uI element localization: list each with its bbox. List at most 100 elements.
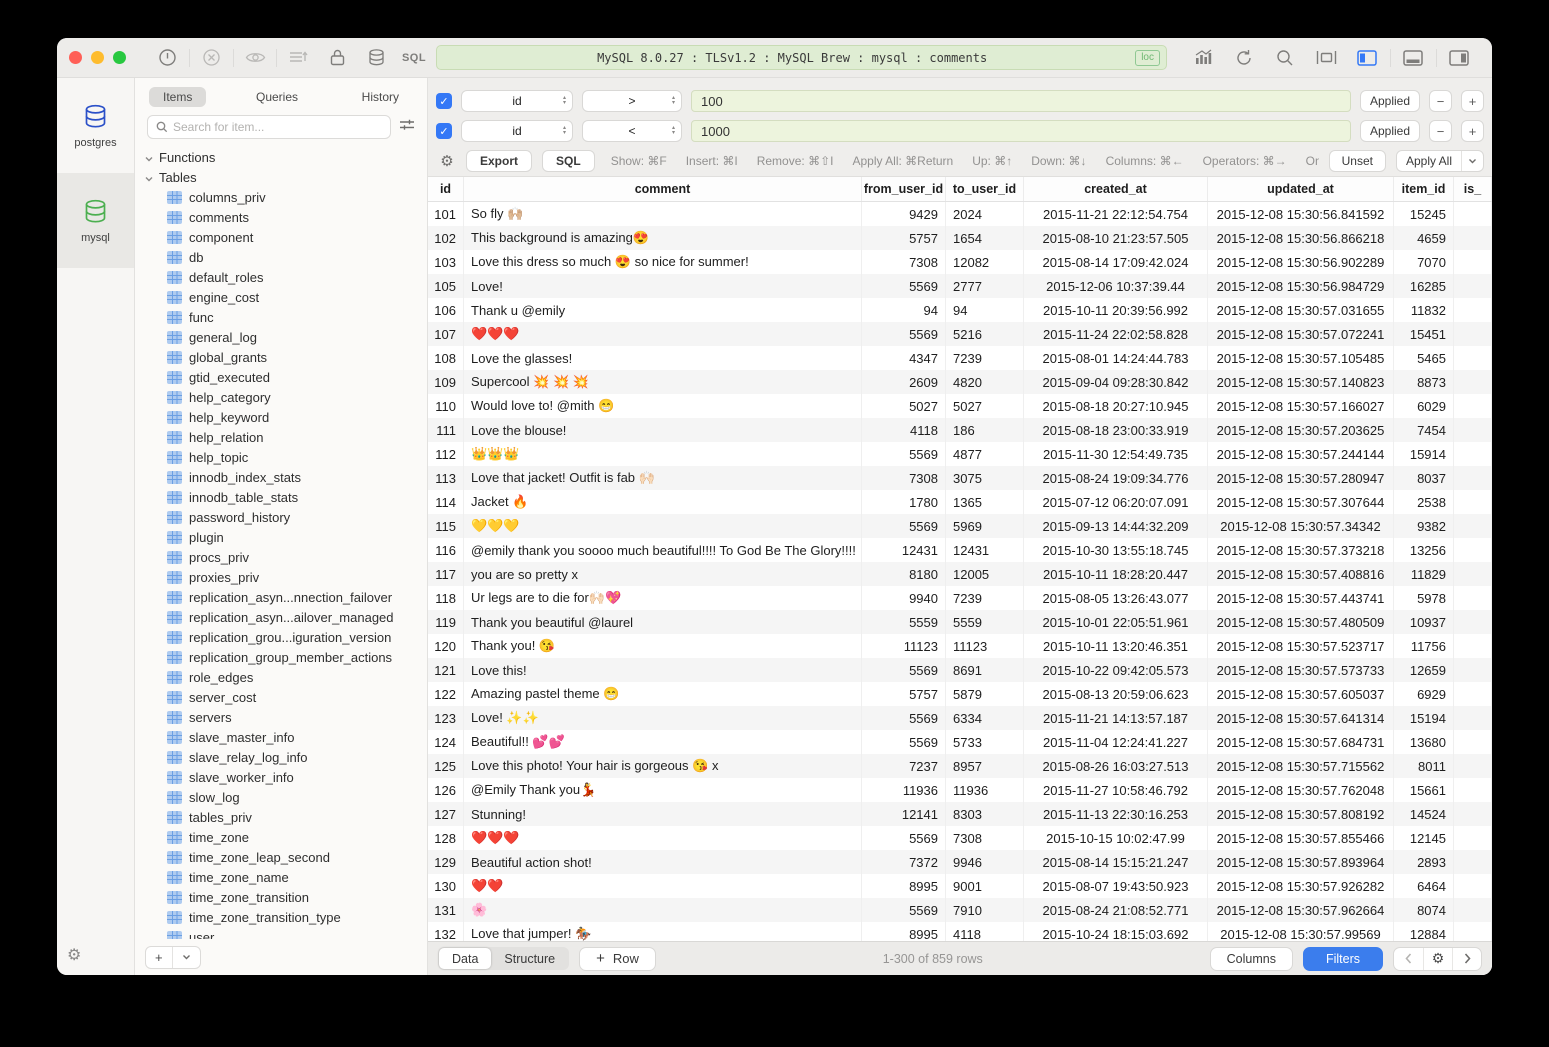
preview-eye-icon[interactable] [236,46,275,70]
filter-enabled-checkbox[interactable]: ✓ [436,123,452,139]
cell-is_[interactable] [1454,274,1492,298]
add-filter-button[interactable]: + [1461,120,1484,142]
table-row[interactable]: 107❤️❤️❤️556952162015-11-24 22:02:58.828… [428,322,1492,346]
cell-from_user_id[interactable]: 9429 [862,202,946,226]
cell-to_user_id[interactable]: 5027 [946,394,1024,418]
filter-value-input[interactable] [691,120,1351,142]
sidebar-table-item[interactable]: slave_master_info [145,727,427,747]
cell-id[interactable]: 102 [428,226,464,250]
cell-updated_at[interactable]: 2015-12-08 15:30:57.684731 [1208,730,1394,754]
cell-comment[interactable]: Stunning! [464,802,862,826]
cell-to_user_id[interactable]: 186 [946,418,1024,442]
cell-comment[interactable]: Thank you beautiful @laurel [464,610,862,634]
columns-button[interactable]: Columns [1210,947,1293,971]
cell-from_user_id[interactable]: 5559 [862,610,946,634]
cell-updated_at[interactable]: 2015-12-08 15:30:56.866218 [1208,226,1394,250]
cell-from_user_id[interactable]: 9940 [862,586,946,610]
add-item-button[interactable]: + [145,946,201,969]
cell-is_[interactable] [1454,346,1492,370]
column-header-id[interactable]: id [428,177,464,201]
cell-item_id[interactable]: 13680 [1394,730,1454,754]
chart-icon[interactable] [1183,46,1224,70]
cell-is_[interactable] [1454,706,1492,730]
cell-to_user_id[interactable]: 12431 [946,538,1024,562]
cell-updated_at[interactable]: 2015-12-08 15:30:57.605037 [1208,682,1394,706]
cell-from_user_id[interactable]: 5569 [862,442,946,466]
cell-is_[interactable] [1454,226,1492,250]
sidebar-table-item[interactable]: innodb_index_stats [145,467,427,487]
cell-comment[interactable]: ❤️❤️❤️ [464,826,862,850]
cell-comment[interactable]: Love this photo! Your hair is gorgeous 😘… [464,754,862,778]
cell-id[interactable]: 106 [428,298,464,322]
cell-created_at[interactable]: 2015-12-06 10:37:39.44 [1024,274,1208,298]
cell-to_user_id[interactable]: 5969 [946,514,1024,538]
table-row[interactable]: 129Beautiful action shot!737299462015-08… [428,850,1492,874]
table-row[interactable]: 103Love this dress so much 😍 so nice for… [428,250,1492,274]
search-input[interactable] [173,120,382,134]
toggle-bottom-panel-icon[interactable] [1393,46,1434,70]
cell-created_at[interactable]: 2015-11-27 10:58:46.792 [1024,778,1208,802]
table-row[interactable]: 130❤️❤️899590012015-08-07 19:43:50.92320… [428,874,1492,898]
cell-item_id[interactable]: 7070 [1394,250,1454,274]
cell-to_user_id[interactable]: 12005 [946,562,1024,586]
cell-is_[interactable] [1454,202,1492,226]
cell-comment[interactable]: 💛💛💛 [464,514,862,538]
cell-is_[interactable] [1454,610,1492,634]
cell-comment[interactable]: @Emily Thank you💃 [464,778,862,802]
cell-comment[interactable]: Love that jacket! Outfit is fab 🙌🏻 [464,466,862,490]
cell-id[interactable]: 110 [428,394,464,418]
sidebar-table-item[interactable]: user [145,927,427,939]
cell-from_user_id[interactable]: 5569 [862,706,946,730]
cell-to_user_id[interactable]: 9946 [946,850,1024,874]
tab-data[interactable]: Data [439,948,491,969]
table-row[interactable]: 117you are so pretty x8180120052015-10-1… [428,562,1492,586]
table-row[interactable]: 126@Emily Thank you💃11936119362015-11-27… [428,778,1492,802]
cell-updated_at[interactable]: 2015-12-08 15:30:57.031655 [1208,298,1394,322]
cell-created_at[interactable]: 2015-10-01 22:05:51.961 [1024,610,1208,634]
connection-mysql[interactable]: mysql [57,173,134,268]
cell-id[interactable]: 120 [428,634,464,658]
cell-item_id[interactable]: 6029 [1394,394,1454,418]
sidebar-table-item[interactable]: replication_grou...iguration_version [145,627,427,647]
cell-from_user_id[interactable]: 2609 [862,370,946,394]
cell-is_[interactable] [1454,418,1492,442]
remove-filter-button[interactable]: − [1429,90,1452,112]
search-icon[interactable] [1265,46,1306,70]
cell-comment[interactable]: Ur legs are to die for🙌🏻💖 [464,586,862,610]
sidebar-table-item[interactable]: columns_priv [145,187,427,207]
cell-is_[interactable] [1454,922,1492,941]
cell-is_[interactable] [1454,730,1492,754]
cell-comment[interactable]: ❤️❤️ [464,874,862,898]
filter-field-select[interactable]: id ▴▾ [461,90,573,112]
cell-from_user_id[interactable]: 8180 [862,562,946,586]
cell-is_[interactable] [1454,826,1492,850]
column-header-is_[interactable]: is_ [1454,177,1492,201]
cell-to_user_id[interactable]: 6334 [946,706,1024,730]
cell-from_user_id[interactable]: 7237 [862,754,946,778]
filter-applied-button[interactable]: Applied [1360,90,1420,112]
table-row[interactable]: 128❤️❤️❤️556973082015-10-15 10:02:47.992… [428,826,1492,850]
apply-all-button[interactable]: Apply All [1396,150,1484,172]
cell-to_user_id[interactable]: 4118 [946,922,1024,941]
cell-item_id[interactable]: 11756 [1394,634,1454,658]
cell-is_[interactable] [1454,514,1492,538]
cell-item_id[interactable]: 15194 [1394,706,1454,730]
cell-is_[interactable] [1454,778,1492,802]
cell-updated_at[interactable]: 2015-12-08 15:30:57.166027 [1208,394,1394,418]
cell-is_[interactable] [1454,562,1492,586]
cell-id[interactable]: 123 [428,706,464,730]
cell-from_user_id[interactable]: 1780 [862,490,946,514]
cell-created_at[interactable]: 2015-11-13 22:30:16.253 [1024,802,1208,826]
cell-item_id[interactable]: 15451 [1394,322,1454,346]
cell-updated_at[interactable]: 2015-12-08 15:30:57.893964 [1208,850,1394,874]
cell-is_[interactable] [1454,874,1492,898]
cell-item_id[interactable]: 15245 [1394,202,1454,226]
close-window-button[interactable] [69,51,82,64]
cell-comment[interactable]: Beautiful!! 💕💕 [464,730,862,754]
cell-from_user_id[interactable]: 5027 [862,394,946,418]
cell-id[interactable]: 113 [428,466,464,490]
cell-item_id[interactable]: 14524 [1394,802,1454,826]
cell-updated_at[interactable]: 2015-12-08 15:30:57.408816 [1208,562,1394,586]
cell-item_id[interactable]: 2538 [1394,490,1454,514]
cell-id[interactable]: 108 [428,346,464,370]
